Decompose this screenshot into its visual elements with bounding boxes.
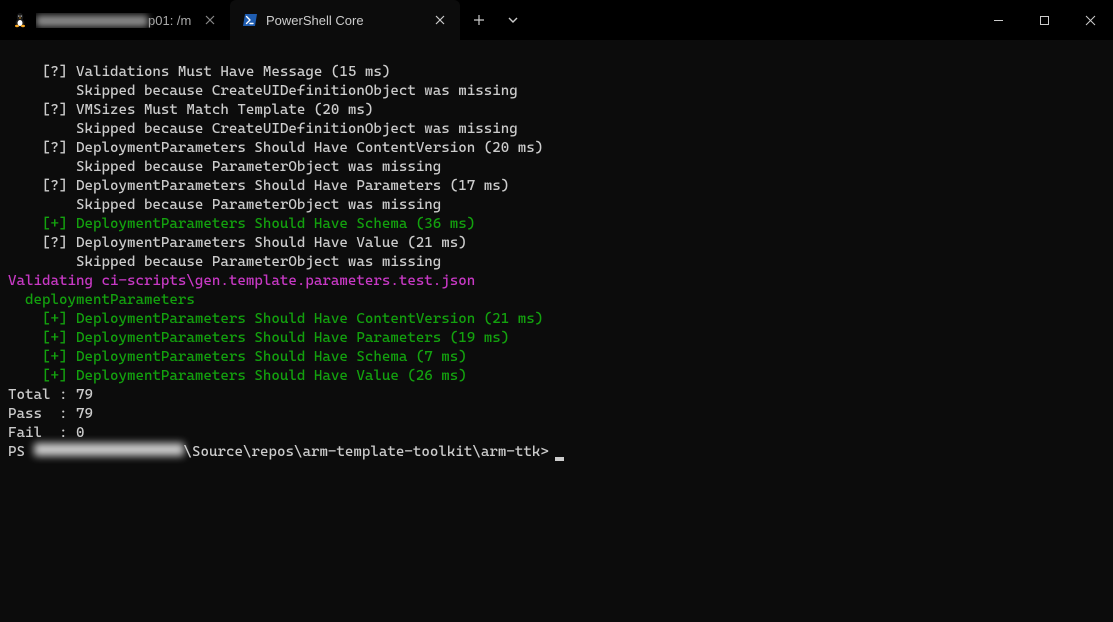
new-tab-button[interactable]	[460, 0, 498, 40]
titlebar-spacer	[528, 0, 975, 40]
maximize-button[interactable]	[1021, 0, 1067, 40]
tab-strip: p01: /mn PowerShell Core	[0, 0, 460, 40]
tab-powershell-title: PowerShell Core	[266, 13, 422, 28]
tux-icon	[12, 12, 28, 28]
tab-linux-title: p01: /mn	[36, 13, 192, 28]
cursor	[555, 457, 564, 461]
tab-dropdown-button[interactable]	[498, 0, 528, 40]
close-icon[interactable]	[430, 10, 450, 30]
powershell-icon	[242, 12, 258, 28]
prompt-path: \Source\repos\arm-template-toolkit\arm-t…	[184, 443, 549, 462]
prompt-ps: PS	[8, 443, 34, 462]
tab-powershell[interactable]: PowerShell Core	[230, 0, 460, 40]
terminal-output[interactable]: [?] Validations Must Have Message (15 ms…	[0, 40, 1113, 481]
tab-linux[interactable]: p01: /mn	[0, 0, 230, 40]
window-controls	[975, 0, 1113, 40]
title-bar: p01: /mn PowerShell Core	[0, 0, 1113, 40]
close-window-button[interactable]	[1067, 0, 1113, 40]
close-icon[interactable]	[200, 10, 220, 30]
minimize-button[interactable]	[975, 0, 1021, 40]
